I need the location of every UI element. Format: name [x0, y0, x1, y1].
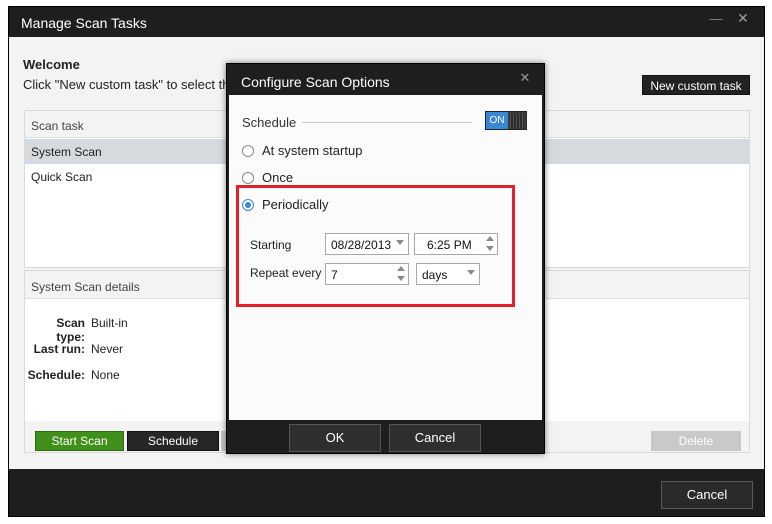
schedule-toggle[interactable]: ON: [485, 111, 527, 130]
schedule-button[interactable]: Schedule: [127, 431, 219, 451]
repeat-every-label: Repeat every: [250, 266, 322, 280]
scan-type-key: Scan type:: [56, 316, 85, 344]
last-run-value: Never: [91, 342, 124, 356]
spin-up-icon[interactable]: [486, 236, 494, 241]
start-time-value: 6:25 PM: [427, 238, 472, 252]
main-cancel-button[interactable]: Cancel: [661, 481, 753, 509]
new-custom-task-button[interactable]: New custom task: [642, 75, 750, 95]
divider: [302, 122, 472, 123]
dialog-body: Schedule ON At system startup Once Perio…: [229, 95, 542, 420]
chevron-down-icon: [467, 270, 475, 275]
toggle-on-label: ON: [486, 112, 508, 129]
repeat-value: 7: [331, 268, 338, 282]
dialog-footer: OK Cancel: [227, 420, 544, 453]
radio-at-startup[interactable]: [242, 145, 254, 157]
schedule-section-label: Schedule: [242, 115, 297, 130]
start-scan-button[interactable]: Start Scan: [35, 431, 124, 451]
radio-once[interactable]: [242, 172, 254, 184]
start-time-stepper[interactable]: 6:25 PM: [414, 233, 498, 255]
radio-label-once: Once: [262, 170, 294, 185]
delete-button[interactable]: Delete: [651, 431, 741, 451]
repeat-value-stepper[interactable]: 7: [325, 263, 409, 285]
list-item-label: System Scan: [31, 145, 102, 159]
welcome-title: Welcome: [23, 57, 80, 72]
main-titlebar: Manage Scan Tasks — ✕: [9, 7, 764, 37]
spin-down-icon[interactable]: [397, 276, 405, 281]
radio-label-at-startup: At system startup: [262, 143, 363, 158]
scan-task-header-label: Scan task: [31, 119, 84, 133]
starting-label: Starting: [250, 238, 292, 252]
details-header-label: System Scan details: [31, 280, 140, 294]
minimize-icon[interactable]: —: [709, 11, 723, 29]
close-icon[interactable]: ✕: [735, 10, 751, 28]
close-icon[interactable]: ✕: [518, 70, 532, 86]
dialog-cancel-button[interactable]: Cancel: [389, 424, 481, 452]
chevron-down-icon: [396, 240, 404, 245]
schedule-value: None: [91, 368, 120, 382]
schedule-key: Schedule:: [27, 368, 85, 382]
configure-scan-dialog: Configure Scan Options ✕ Schedule ON At …: [226, 63, 545, 454]
start-date-picker[interactable]: 08/28/2013: [325, 233, 409, 255]
last-run-key: Last run:: [33, 342, 85, 356]
dialog-title: Configure Scan Options: [241, 74, 390, 90]
main-footer: Cancel: [9, 469, 764, 516]
main-window-title: Manage Scan Tasks: [21, 15, 147, 31]
welcome-text: Click "New custom task" to select the i: [23, 77, 244, 92]
spin-down-icon[interactable]: [486, 246, 494, 251]
list-item-label: Quick Scan: [31, 170, 93, 184]
repeat-unit-select[interactable]: days: [416, 263, 480, 285]
toggle-knob: [510, 114, 524, 127]
scan-type-value: Built-in: [91, 316, 128, 330]
repeat-unit-value: days: [422, 268, 448, 282]
ok-button[interactable]: OK: [289, 424, 381, 452]
spin-up-icon[interactable]: [397, 266, 405, 271]
start-date-value: 08/28/2013: [331, 238, 392, 252]
